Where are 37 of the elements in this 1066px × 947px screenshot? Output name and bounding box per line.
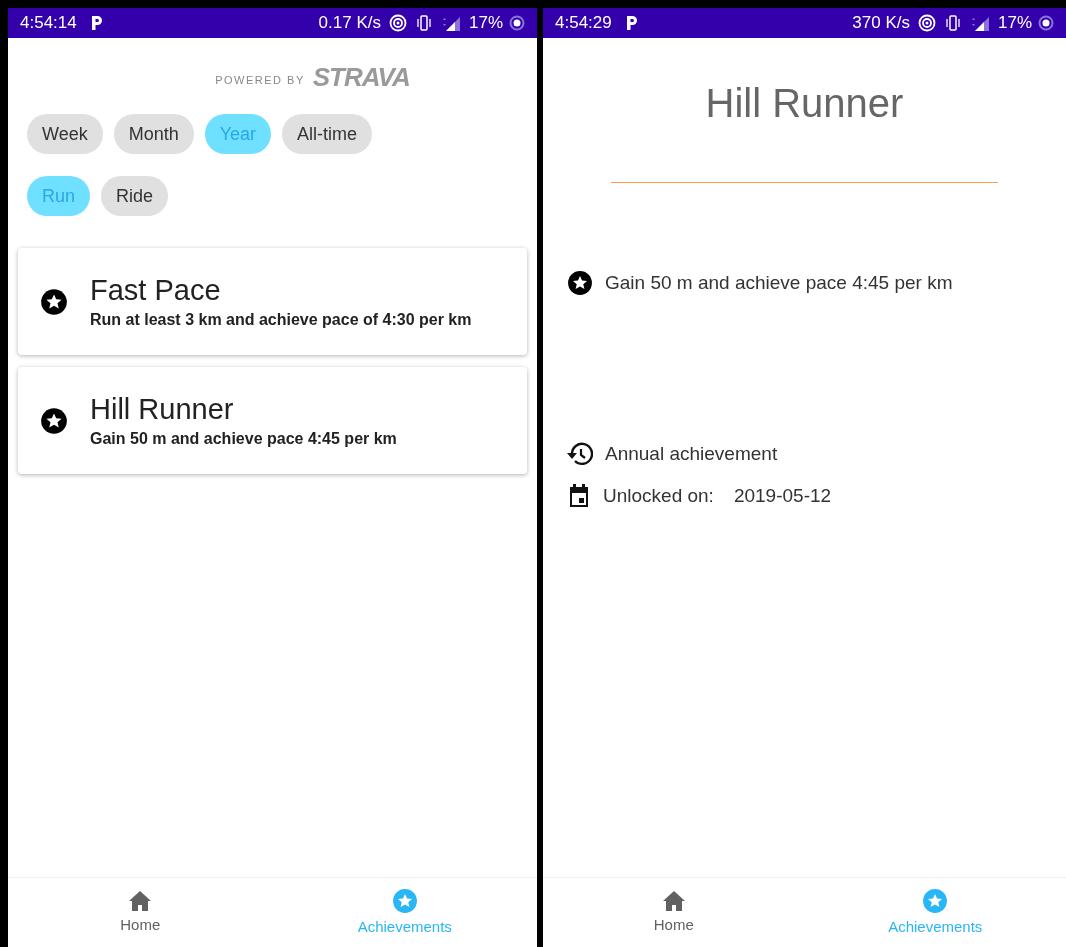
period-label: Annual achievement [605,441,778,466]
calendar-icon [567,483,591,510]
achievement-description: Gain 50 m and achieve pace 4:45 per km [90,428,397,449]
battery-icon [1038,15,1054,31]
battery-icon [509,15,525,31]
filter-chip[interactable]: All-time [282,114,373,154]
status-time: 4:54:14 [20,12,77,35]
home-icon [661,890,686,913]
brand-logo: STRAVA [312,64,410,90]
status-time: 4:54:29 [555,12,612,35]
network-speed: 0.17 K/s [318,12,381,35]
battery-percent: 17% [997,12,1032,35]
unlocked-date: 2019-05-12 [733,484,832,508]
achievement-title: Fast Pace [90,272,222,308]
vibrate-icon [943,14,962,32]
achievement-description: Gain 50 m and achieve pace 4:45 per km [605,271,953,295]
parking-icon [625,15,638,31]
filter-chip[interactable]: Week [27,114,103,154]
nav-tab[interactable]: Home [8,878,273,947]
filter-chip[interactable]: Ride [101,176,169,216]
vibrate-icon [414,14,433,32]
parking-icon [90,15,103,31]
hotspot-icon [917,14,936,32]
home-icon [128,890,153,913]
network-speed: 370 K/s [852,12,910,35]
achievement-title: Hill Runner [704,80,905,126]
achievement-title: Hill Runner [90,391,235,427]
battery-percent: 17% [468,12,503,35]
unlocked-label: Unlocked on: [603,484,714,508]
achievement-card[interactable]: Hill Runner Gain 50 m and achieve pace 4:45 per km [18,367,527,474]
achievement-description: Run at least 3 km and achieve pace of 4:30 per km [90,309,472,330]
nav-tab[interactable]: Home [543,878,805,947]
filter-chip[interactable]: Month [113,114,194,154]
history-icon [565,440,593,467]
powered-by-label: POWERED BY [215,72,305,88]
achievement-card[interactable]: Fast Pace Run at least 3 km and achieve pace of 4:30 per km [18,248,527,355]
hotspot-icon [388,14,407,32]
